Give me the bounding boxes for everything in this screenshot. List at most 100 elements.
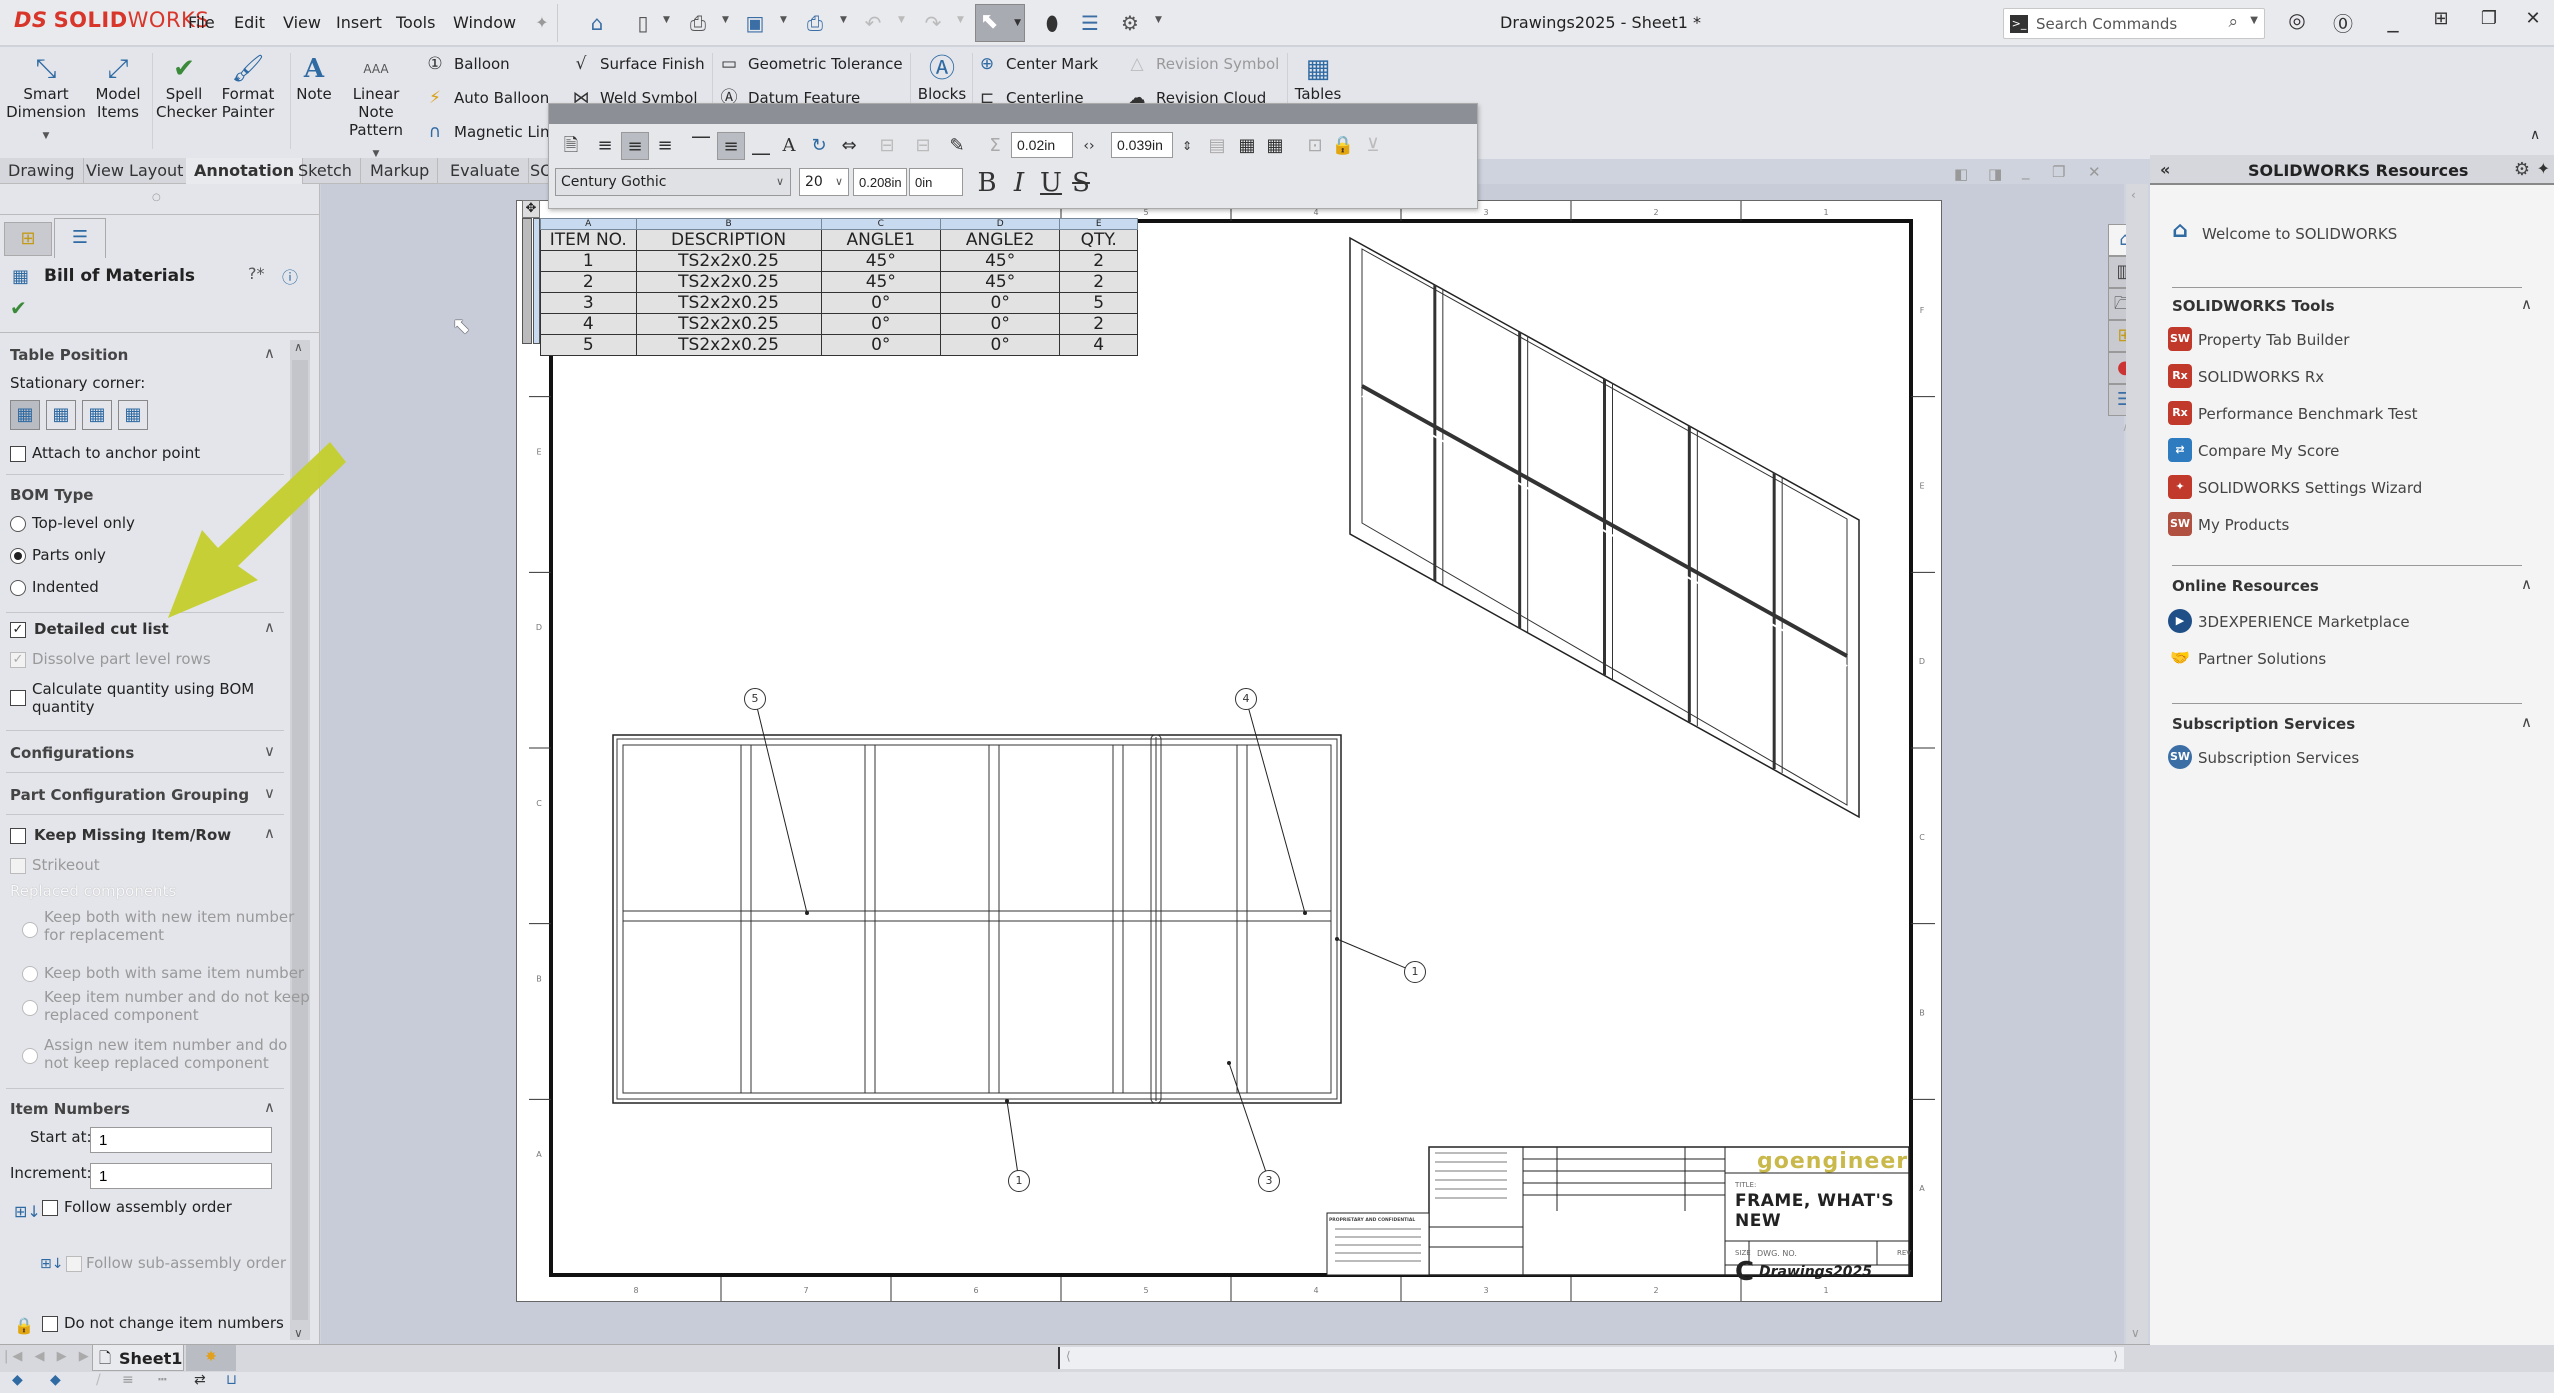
center-mark-button[interactable]: ⊕ Center Mark — [976, 51, 1098, 77]
scroll-up-icon[interactable]: ∧ — [294, 340, 303, 354]
detailed-cut-list-checkbox[interactable]: ✓ — [10, 622, 26, 638]
fit-text-icon[interactable]: ⇔ — [835, 132, 863, 160]
header-item-no[interactable]: ITEM NO. — [540, 229, 637, 251]
tab-markup[interactable]: Markup — [362, 158, 439, 184]
bom-cell[interactable]: 3 — [540, 292, 637, 314]
balloon-item-1-right[interactable]: 1 — [1404, 961, 1426, 983]
whats-new-help-icon[interactable]: ?* — [248, 264, 265, 283]
increment-input[interactable] — [90, 1163, 272, 1189]
redo-icon[interactable]: ↷ — [918, 8, 948, 38]
corner-top-left-button[interactable]: ▦ — [10, 400, 40, 430]
file-properties-icon[interactable]: ☰ — [1075, 8, 1105, 38]
padding-arrows-icon[interactable]: ‹› — [1075, 132, 1103, 160]
undo-dropdown-icon[interactable]: ▼ — [898, 15, 905, 25]
add-sheet-tab[interactable]: ✸ — [186, 1345, 236, 1371]
settings-wizard-link[interactable]: ✦ SOLIDWORKS Settings Wizard — [2168, 475, 2422, 499]
bom-cell[interactable]: 1 — [540, 250, 637, 272]
bom-cell[interactable]: 45° — [939, 250, 1061, 272]
gear-icon[interactable]: ⚙ — [2514, 159, 2530, 180]
section-solidworks-tools[interactable]: SOLIDWORKS Tools — [2172, 297, 2335, 315]
align-center-icon[interactable]: ≡ — [621, 132, 649, 160]
document-minimize-button[interactable]: _ — [2022, 162, 2030, 180]
bom-table[interactable]: ✥ A B C D E ITEM NO. DESCRIPTION ANGLE1 … — [522, 200, 1138, 356]
rotate-text-icon[interactable]: ↻ — [805, 132, 833, 160]
corner-top-right-button[interactable]: ▦ — [46, 400, 76, 430]
bom-cell[interactable]: 0° — [939, 313, 1061, 335]
insert-row-above-icon[interactable]: ⊟ — [873, 132, 901, 160]
row-headers[interactable] — [533, 218, 540, 344]
help-icon[interactable]: ⓘ — [282, 264, 298, 288]
bom-cell[interactable]: 5 — [540, 334, 637, 356]
collapse-pane-icon[interactable]: « — [2160, 160, 2170, 179]
pin-icon[interactable]: ✦ — [2537, 159, 2550, 178]
scroll-left-icon[interactable]: ⟨ — [1066, 1349, 1071, 1363]
column-letter[interactable]: B — [635, 218, 822, 230]
bom-cell[interactable]: 2 — [1059, 313, 1138, 335]
bom-cell[interactable]: 45° — [939, 271, 1061, 293]
sheet-tab-sheet1[interactable]: 🗋 Sheet1 — [92, 1345, 184, 1371]
panel-splitter[interactable]: ○ — [152, 192, 161, 203]
follow-assembly-checkbox[interactable] — [42, 1200, 58, 1216]
user-account-icon[interactable]: ◎ — [2282, 8, 2312, 32]
bom-header-row[interactable]: ITEM NO. DESCRIPTION ANGLE1 ANGLE2 QTY. — [540, 229, 1138, 251]
corner-bottom-right-button[interactable]: ▦ — [118, 400, 148, 430]
column-letter[interactable]: E — [1059, 218, 1138, 230]
menu-insert[interactable]: Insert — [336, 13, 382, 32]
keep-missing-checkbox[interactable] — [10, 828, 26, 844]
bom-row[interactable]: 3 TS2x2x0.25 0° 0° 5 — [540, 292, 1138, 314]
menu-edit[interactable]: Edit — [234, 13, 265, 32]
options-gear-icon[interactable]: ⚙ — [1115, 8, 1145, 38]
blocks-button[interactable]: Ⓐ Blocks — [914, 53, 970, 103]
bom-cell[interactable]: 45° — [820, 250, 941, 272]
solidworks-logo[interactable]: DS SOLIDWORKS — [14, 8, 209, 32]
bom-cell[interactable]: TS2x2x0.25 — [635, 334, 822, 356]
hide-edge-icon[interactable]: ⊔ — [226, 1372, 237, 1388]
bom-cell[interactable]: TS2x2x0.25 — [635, 250, 822, 272]
bom-cell[interactable]: 0° — [939, 292, 1061, 314]
bom-row[interactable]: 5 TS2x2x0.25 0° 0° 4 — [540, 334, 1138, 356]
new-document-icon[interactable]: ▯ — [628, 8, 658, 38]
tab-view-layout[interactable]: View Layout — [78, 158, 193, 184]
geometric-tolerance-button[interactable]: ▭ Geometric Tolerance — [718, 51, 903, 77]
section-part-config-grouping[interactable]: Part Configuration Grouping — [10, 786, 249, 804]
home-icon[interactable]: ⌂ — [582, 8, 612, 38]
section-configurations[interactable]: Configurations — [10, 744, 134, 762]
row-selector-bar[interactable] — [522, 218, 532, 344]
char-spacing-input[interactable] — [909, 168, 963, 196]
bom-cell[interactable]: 2 — [1059, 271, 1138, 293]
cell-border-icon[interactable]: ✎ — [943, 132, 971, 160]
auto-balloon-button[interactable]: ⚡ Auto Balloon — [424, 85, 549, 111]
tab-annotation[interactable]: Annotation — [186, 158, 304, 184]
tile-windows-button[interactable]: ⊞ — [2426, 8, 2456, 29]
bom-cell[interactable]: 2 — [1059, 250, 1138, 272]
close-button[interactable]: ✕ — [2518, 8, 2548, 29]
align-top-icon[interactable]: ⎺ — [687, 132, 715, 160]
table-grid-icon[interactable]: ▦ — [1261, 132, 1289, 160]
chevron-down-icon[interactable]: ▼ — [2250, 15, 2258, 26]
radio-parts-only[interactable] — [10, 548, 26, 564]
property-manager-tab[interactable]: ☰ — [54, 218, 106, 258]
do-not-change-checkbox[interactable] — [42, 1316, 58, 1332]
options-dropdown-icon[interactable]: ▼ — [1155, 15, 1162, 25]
corner-bottom-left-button[interactable]: ▦ — [82, 400, 112, 430]
print-icon[interactable]: ⎙ — [800, 8, 830, 38]
menu-file[interactable]: File — [188, 13, 215, 32]
move-table-handle[interactable]: ✥ — [522, 200, 540, 218]
print-dropdown-icon[interactable]: ▼ — [840, 15, 847, 25]
bom-cell[interactable]: TS2x2x0.25 — [635, 313, 822, 335]
tables-button[interactable]: ▦ Tables — [1290, 53, 1346, 103]
document-close-button[interactable]: ✕ — [2088, 163, 2101, 181]
column-letter[interactable]: A — [540, 218, 637, 230]
balloon-item-3[interactable]: 3 — [1258, 1170, 1280, 1192]
pin-menu-icon[interactable]: ✦ — [527, 8, 557, 38]
sum-icon[interactable]: Σ — [981, 132, 1009, 160]
drawing-sheet[interactable]: 8765432154321EDCBAFEDCBA goengineer TITL… — [516, 200, 1942, 1302]
follow-subassembly-checkbox[interactable] — [66, 1256, 82, 1272]
vertical-spinner-icon[interactable]: ⇕ — [1173, 132, 1201, 160]
attach-anchor-checkbox[interactable] — [10, 446, 26, 462]
scroll-right-icon[interactable]: ⟩ — [2113, 1349, 2118, 1363]
smart-dimension-button[interactable]: ⤡ Smart Dimension ▼ — [6, 53, 86, 145]
balloon-item-4[interactable]: 4 — [1235, 688, 1257, 710]
font-family-select[interactable]: Century Gothic ∨ — [555, 168, 791, 196]
rebuild-icon[interactable]: ⬮ — [1037, 8, 1067, 38]
